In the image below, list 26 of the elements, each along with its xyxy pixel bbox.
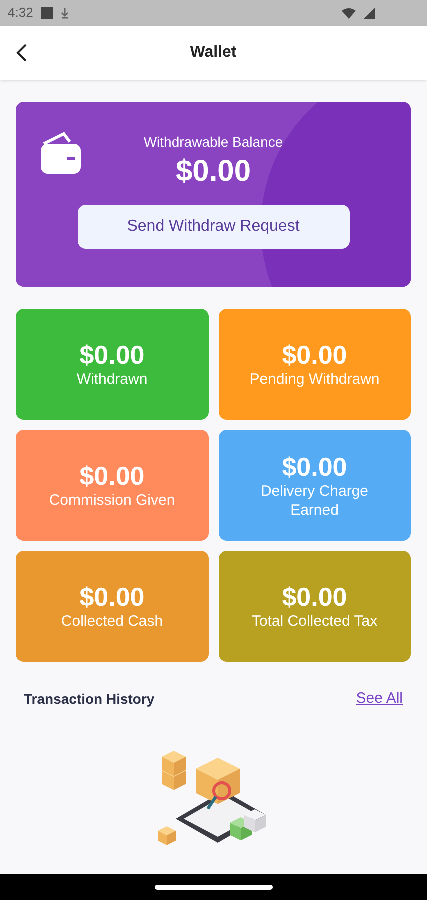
see-all-link[interactable]: See All	[356, 688, 403, 710]
section-title: Transaction History	[24, 690, 155, 709]
download-icon	[61, 7, 70, 19]
withdraw-request-button[interactable]: Send Withdraw Request	[78, 204, 350, 248]
stat-label: Delivery Charge Earned	[260, 483, 370, 520]
stat-label: Pending Withdrawn	[250, 371, 380, 390]
stat-amount: $0.00	[80, 460, 145, 492]
wifi-icon	[342, 8, 356, 18]
back-icon	[16, 44, 28, 62]
stat-label: Withdrawn	[76, 371, 148, 390]
stat-label: Collected Cash	[61, 613, 164, 632]
stat-amount: $0.00	[282, 580, 348, 614]
wallet-icon	[40, 132, 82, 176]
signal-icon	[364, 8, 375, 18]
stat-amount: $0.00	[282, 450, 348, 483]
status-time: 4:32	[8, 4, 34, 22]
notification-icon	[41, 7, 54, 19]
stat-label: Commission Given	[49, 492, 176, 512]
header-title: Wallet	[190, 43, 237, 63]
stat-amount: $0.00	[80, 580, 145, 614]
balance-label: Withdrawable Balance	[144, 133, 284, 152]
home-indicator[interactable]	[154, 884, 272, 890]
stat-amount: $0.00	[80, 338, 145, 372]
balance-amount: $0.00	[176, 154, 252, 190]
stat-label: Total Collected Tax	[252, 613, 378, 632]
stat-amount: $0.00	[282, 338, 348, 372]
